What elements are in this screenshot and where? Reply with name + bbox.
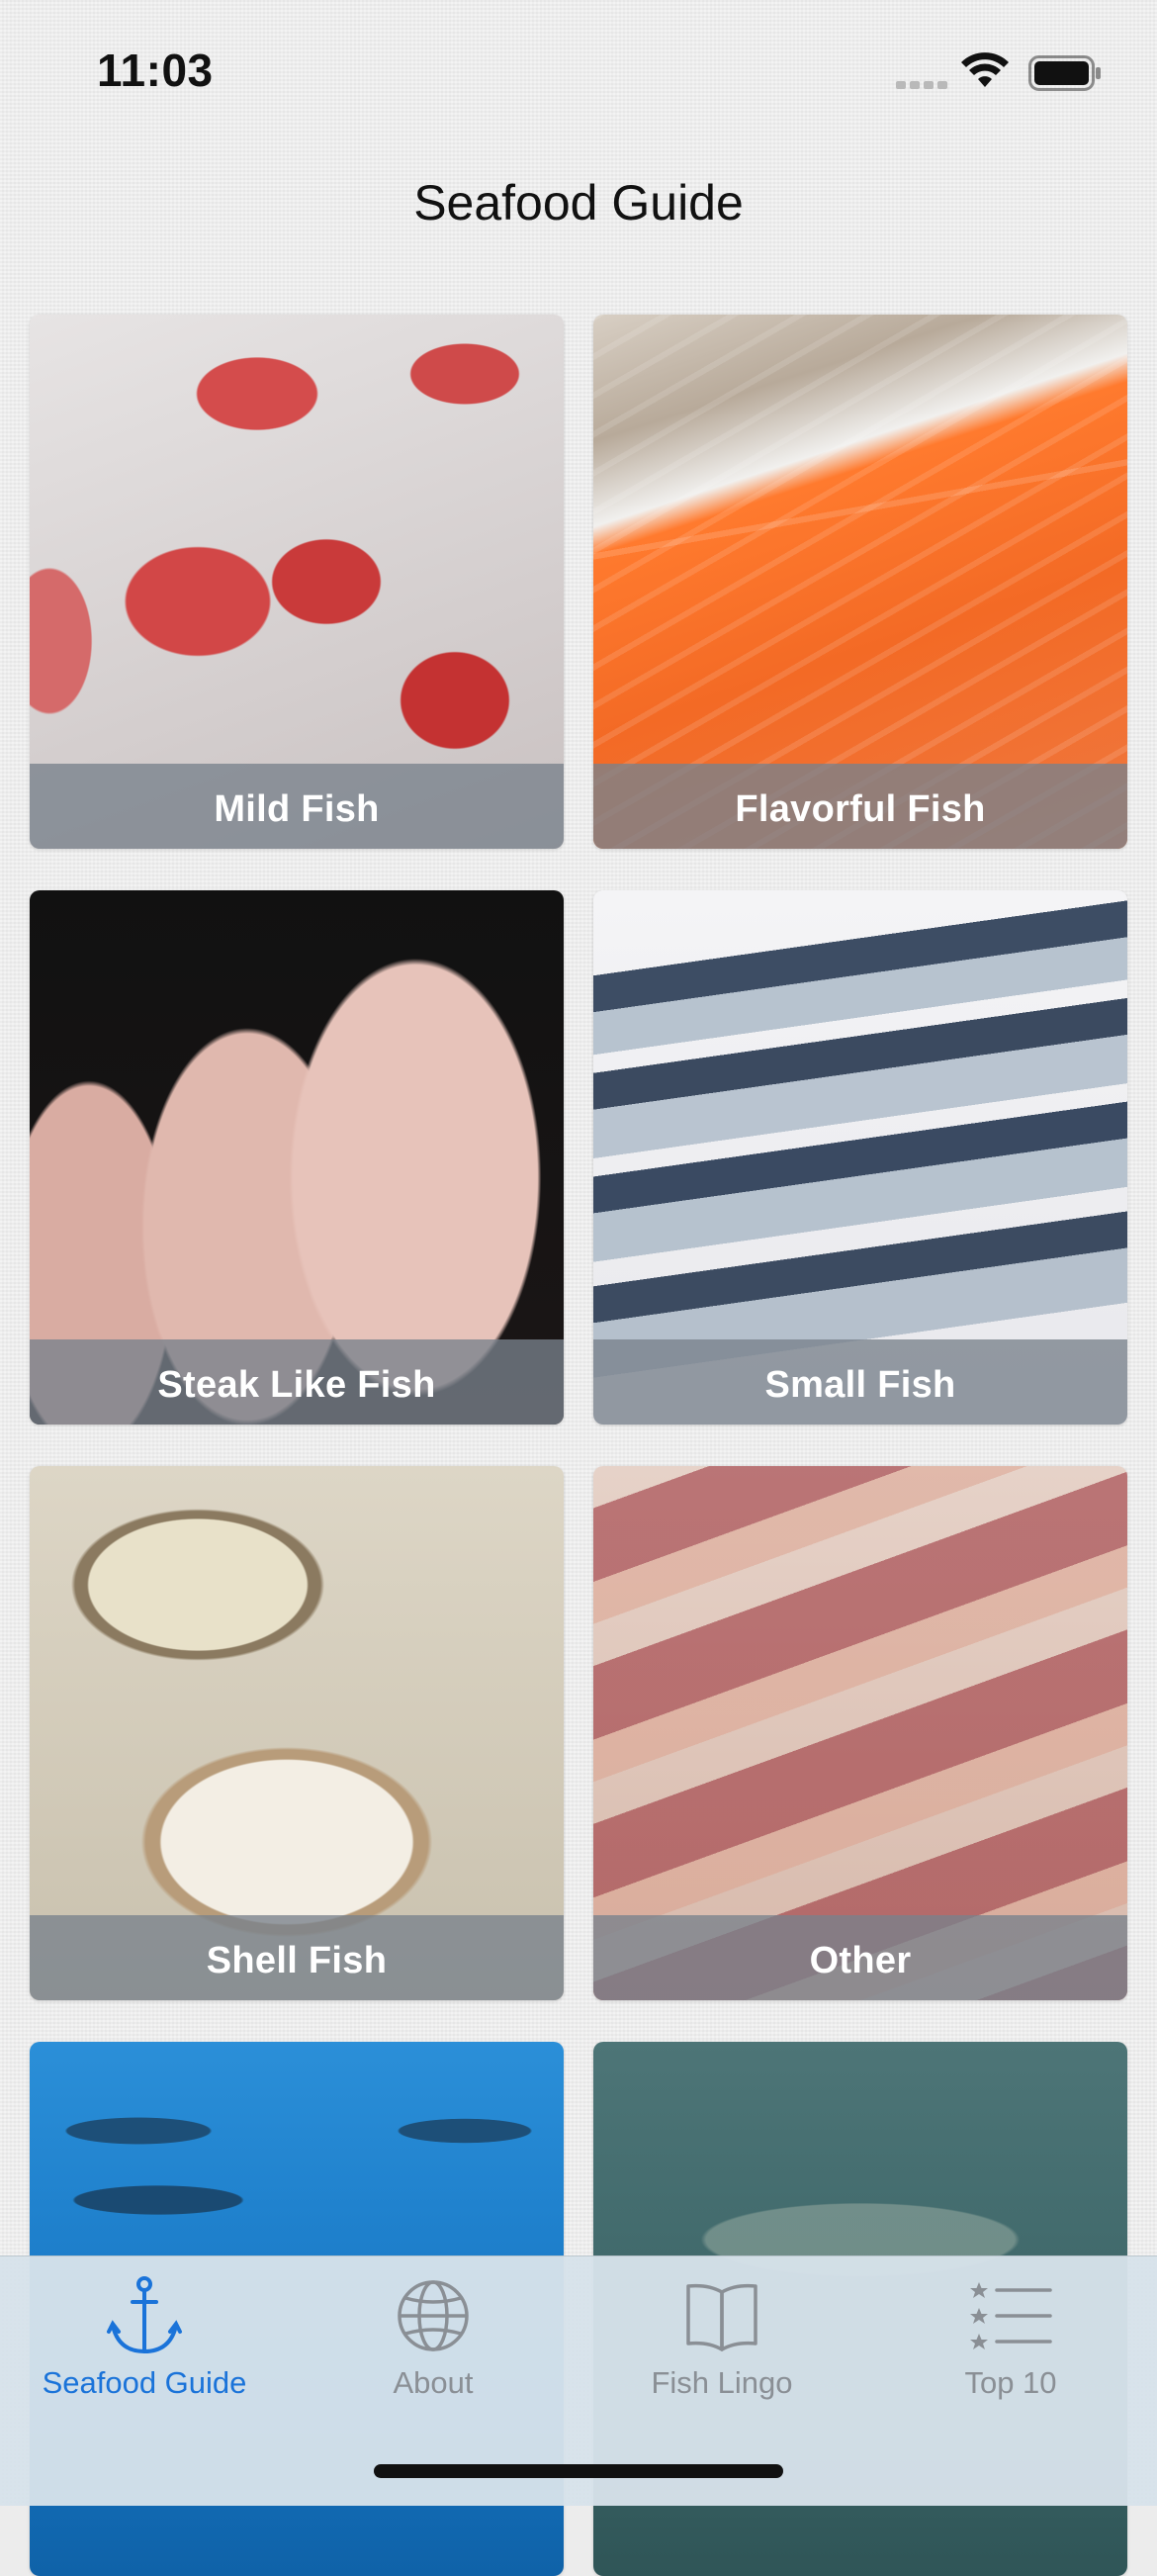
tile-label: Mild Fish [30, 764, 564, 849]
home-indicator[interactable] [374, 2464, 783, 2478]
tab-about[interactable]: About [289, 2256, 578, 2405]
tile-steak-like-fish[interactable]: Steak Like Fish [30, 890, 564, 1425]
book-icon [686, 2283, 757, 2351]
tab-seafood-guide[interactable]: Seafood Guide [0, 2256, 289, 2405]
tab-label: Top 10 [964, 2365, 1057, 2400]
tab-top-10[interactable]: Top 10 [866, 2256, 1155, 2405]
tile-label: Steak Like Fish [30, 1339, 564, 1425]
tile-label: Flavorful Fish [593, 764, 1127, 849]
tab-label: Seafood Guide [42, 2365, 247, 2400]
tile-label: Other [593, 1915, 1127, 2000]
tile-mild-fish[interactable]: Mild Fish [30, 315, 564, 849]
tab-bar: Seafood Guide About Fish Lingo Top 10 [0, 2255, 1157, 2506]
tab-label: About [393, 2365, 474, 2400]
tab-fish-lingo[interactable]: Fish Lingo [578, 2256, 866, 2405]
globe-icon [398, 2280, 469, 2351]
tile-other[interactable]: Other [593, 1466, 1127, 2000]
tile-label: Shell Fish [30, 1915, 564, 2000]
tile-small-fish[interactable]: Small Fish [593, 890, 1127, 1425]
anchor-icon [107, 2276, 182, 2354]
tile-flavorful-fish[interactable]: Flavorful Fish [593, 315, 1127, 849]
tab-label: Fish Lingo [651, 2365, 793, 2400]
list-star-icon [970, 2282, 1052, 2349]
category-grid: Mild Fish Flavorful Fish Steak Like Fish… [0, 0, 1157, 2576]
tile-shell-fish[interactable]: Shell Fish [30, 1466, 564, 2000]
tile-label: Small Fish [593, 1339, 1127, 1425]
